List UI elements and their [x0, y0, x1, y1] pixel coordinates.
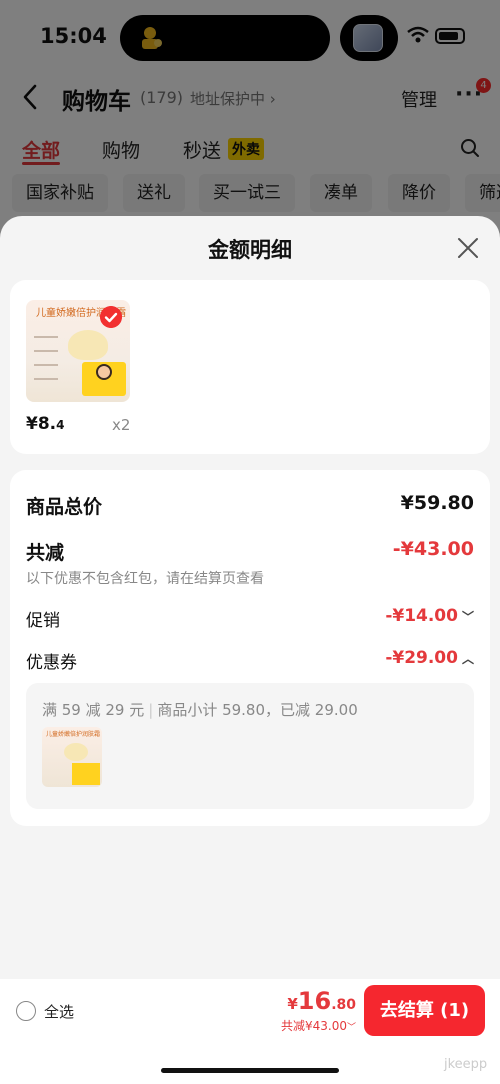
- coupon-row[interactable]: -¥29.00 ︿: [385, 648, 474, 668]
- selected-check-icon: [100, 306, 122, 328]
- checkout-button[interactable]: 去结算 (1): [364, 985, 485, 1036]
- promo-label: 促销: [26, 611, 60, 631]
- total-summary: ¥16.80 共减¥43.00﹀: [276, 987, 356, 1034]
- chevron-down-icon: ﹀: [461, 609, 474, 624]
- amount-detail-sheet: 金额明细 儿童娇嫩倍护润肤霜 ¥8.4 x2 商品总价 ¥59.80 共减 -¥…: [0, 216, 500, 1084]
- cream-jar-image: [68, 330, 108, 360]
- chevron-up-icon: ︿: [461, 651, 474, 666]
- promo-row[interactable]: -¥14.00 ﹀: [385, 606, 474, 626]
- select-all-label[interactable]: 全选: [44, 1001, 74, 1022]
- product-price: ¥8.4: [26, 414, 65, 434]
- home-indicator: [161, 1068, 339, 1073]
- coupon-product-image-title: 儿童娇嫩倍护润肤霜: [46, 731, 101, 738]
- promo-value: -¥14.00: [385, 606, 458, 626]
- checkout-bar: 全选 ¥16.80 共减¥43.00﹀ 去结算 (1) jkeepp: [0, 979, 500, 1084]
- coupon-product-thumbnail[interactable]: 儿童娇嫩倍护润肤霜: [42, 727, 102, 787]
- discount-note: 以下优惠不包含红包，请在结算页查看: [26, 571, 264, 587]
- coupon-value: -¥29.00: [385, 648, 458, 668]
- modal-overlay[interactable]: [0, 0, 500, 240]
- sheet-title: 金额明细: [208, 238, 292, 262]
- total-payable: ¥16.80: [287, 987, 356, 1015]
- total-discount-link[interactable]: 共减¥43.00﹀: [276, 1017, 356, 1034]
- product-quantity: x2: [112, 416, 131, 434]
- total-price-value: ¥59.80: [400, 492, 474, 514]
- price-summary-card: 商品总价 ¥59.80 共减 -¥43.00 以下优惠不包含红包，请在结算页查看…: [10, 470, 490, 826]
- coupon-label: 优惠券: [26, 653, 77, 673]
- select-all-radio[interactable]: [16, 1001, 36, 1021]
- coupon-rule: 满 59 减 29 元 | 商品小计 59.80，已减 29.00: [42, 701, 358, 719]
- total-reduce-value: -¥43.00: [392, 538, 474, 560]
- watermark: jkeepp: [444, 1057, 488, 1072]
- chevron-down-icon: ﹀: [346, 1023, 356, 1033]
- total-reduce-label: 共减: [26, 542, 65, 564]
- total-price-label: 商品总价: [26, 496, 103, 518]
- coupon-detail-box: 满 59 减 29 元 | 商品小计 59.80，已减 29.00 儿童娇嫩倍护润肤…: [26, 683, 474, 809]
- product-list-card: 儿童娇嫩倍护润肤霜 ¥8.4 x2: [10, 280, 490, 454]
- close-icon[interactable]: [456, 236, 480, 260]
